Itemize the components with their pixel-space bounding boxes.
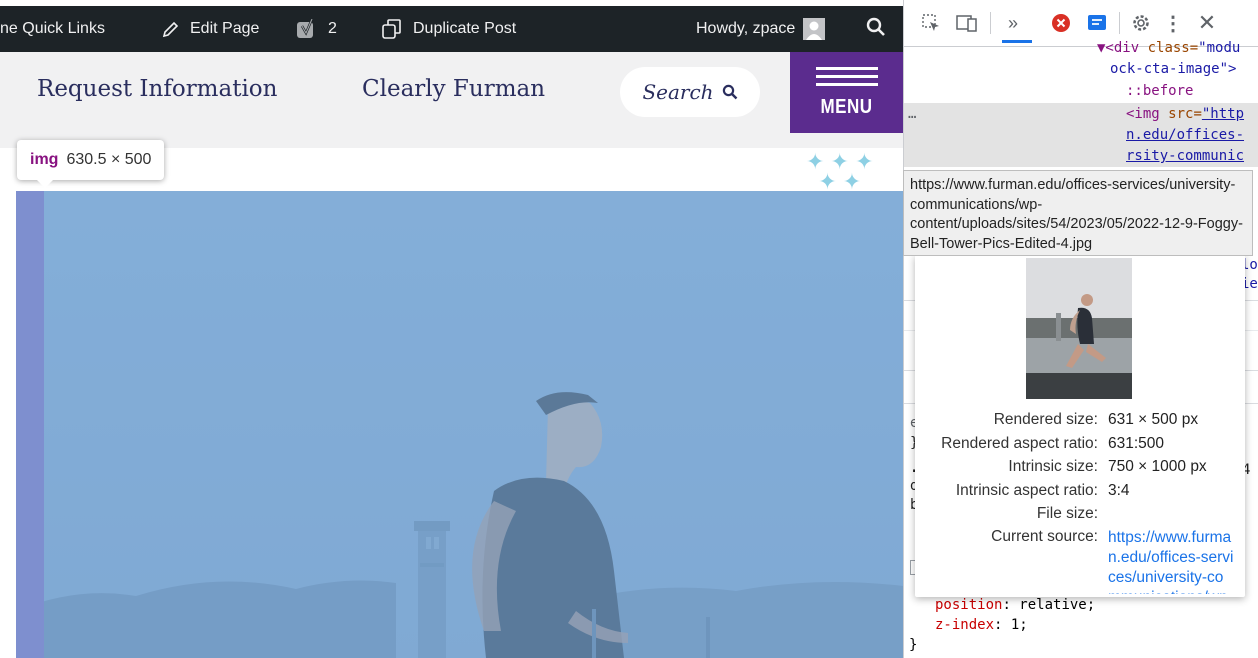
dom-line-before[interactable]: ::before bbox=[1126, 83, 1193, 99]
intrinsic-ratio-label: Intrinsic aspect ratio: bbox=[955, 482, 1098, 499]
clearly-furman-link[interactable]: Clearly Furman bbox=[362, 76, 545, 102]
admin-search-button[interactable] bbox=[866, 6, 886, 52]
current-source-link[interactable]: https://www.furman.edu/offices-services/… bbox=[1108, 528, 1236, 594]
wp-admin-bar: ne Quick Links Edit Page 2 Duplicate Pos… bbox=[0, 6, 903, 52]
gear-icon bbox=[1133, 15, 1149, 31]
dom-attr: src= bbox=[1168, 106, 1202, 122]
file-size-label: File size: bbox=[1036, 505, 1098, 522]
hamburger-line bbox=[816, 75, 878, 78]
quick-links-label: ne Quick Links bbox=[0, 20, 105, 37]
image-preview-popover: Rendered size: 631 × 500 px Rendered asp… bbox=[915, 255, 1245, 597]
current-source-label: Current source: bbox=[991, 528, 1098, 545]
dom-line-img[interactable]: <img src="http bbox=[1126, 106, 1244, 122]
image-thumbnail bbox=[1026, 258, 1132, 399]
dom-link[interactable]: "http bbox=[1202, 106, 1244, 122]
website-viewport: ne Quick Links Edit Page 2 Duplicate Pos… bbox=[0, 0, 903, 658]
dom-img-src-cont-2[interactable]: rsity-communic bbox=[1126, 148, 1244, 164]
dom-img-src-cont-1[interactable]: n.edu/offices- bbox=[1126, 127, 1244, 143]
rendered-ratio-label: Rendered aspect ratio: bbox=[941, 435, 1098, 452]
rendered-size-label: Rendered size: bbox=[993, 411, 1098, 428]
dom-tag: <img bbox=[1126, 106, 1160, 122]
decorative-sparkles: ✦ ✦ ✦ ✦ ✦ bbox=[806, 149, 874, 194]
hamburger-line bbox=[816, 67, 878, 70]
avatar bbox=[803, 18, 826, 40]
duplicate-icon bbox=[381, 18, 403, 40]
toolbar-divider bbox=[990, 12, 991, 34]
duplicate-post-link[interactable]: Duplicate Post bbox=[381, 6, 516, 52]
rendered-size-value: 631 × 500 px bbox=[1108, 411, 1199, 428]
padding-highlight bbox=[16, 191, 44, 658]
css-property: position bbox=[935, 597, 1003, 613]
issues-counter[interactable] bbox=[1084, 10, 1110, 36]
site-header: Request Information Clearly Furman Searc… bbox=[0, 52, 903, 148]
device-toolbar-button[interactable] bbox=[954, 10, 980, 36]
close-icon: ✕ bbox=[1197, 10, 1217, 35]
css-value: 1; bbox=[1010, 617, 1028, 633]
css-rule-close: } bbox=[909, 637, 918, 653]
element-tag-name: img bbox=[30, 151, 59, 168]
intrinsic-size-label: Intrinsic size: bbox=[1008, 458, 1098, 475]
yoast-seo-menu[interactable]: 2 bbox=[296, 6, 337, 52]
error-icon bbox=[1052, 14, 1070, 32]
css-declaration-position[interactable]: position: relative; bbox=[935, 597, 1095, 613]
intrinsic-size-value: 750 × 1000 px bbox=[1108, 458, 1207, 475]
request-information-link[interactable]: Request Information bbox=[37, 76, 277, 102]
site-search-button[interactable]: Search bbox=[620, 67, 760, 117]
hero-image[interactable] bbox=[16, 191, 903, 658]
quick-links-menu[interactable]: ne Quick Links bbox=[0, 6, 105, 52]
dom-tag: ▼<div bbox=[1097, 40, 1140, 56]
double-chevron-icon: » bbox=[1007, 12, 1018, 33]
close-devtools-button[interactable]: ✕ bbox=[1194, 10, 1220, 36]
howdy-label: Howdy, zpace bbox=[696, 20, 796, 37]
message-icon bbox=[1088, 15, 1106, 30]
toolbar-divider bbox=[1119, 12, 1120, 34]
search-icon bbox=[722, 84, 738, 100]
menu-button[interactable]: MENU bbox=[790, 52, 903, 133]
more-options-button[interactable]: ⋮ bbox=[1162, 10, 1184, 36]
dom-attr-value: "modu bbox=[1198, 40, 1241, 56]
edit-page-link[interactable]: Edit Page bbox=[162, 6, 259, 52]
dom-line-div[interactable]: ▼<div class="modu bbox=[1097, 40, 1240, 56]
select-element-icon bbox=[922, 14, 939, 31]
yoast-count: 2 bbox=[328, 20, 337, 37]
my-account-menu[interactable]: Howdy, zpace bbox=[696, 6, 826, 52]
css-value: relative; bbox=[1019, 597, 1096, 613]
css-declaration-zindex[interactable]: z-index: 1; bbox=[935, 617, 1028, 633]
settings-button[interactable] bbox=[1128, 10, 1154, 36]
kebab-menu-icon: ⋮ bbox=[1163, 12, 1183, 35]
dom-ellipsis[interactable]: … bbox=[908, 106, 916, 122]
dom-attr: class= bbox=[1147, 40, 1199, 56]
inspect-element-button[interactable] bbox=[918, 10, 944, 36]
yoast-icon bbox=[296, 19, 318, 39]
element-dimensions: 630.5 × 500 bbox=[66, 151, 152, 168]
inspect-element-tooltip: img 630.5 × 500 bbox=[17, 140, 165, 188]
pencil-icon bbox=[162, 20, 180, 38]
dom-line-class-cont: ock-cta-image"> bbox=[1110, 61, 1237, 77]
hamburger-line bbox=[816, 83, 878, 86]
menu-label: MENU bbox=[820, 95, 873, 118]
edit-page-label: Edit Page bbox=[190, 20, 260, 37]
css-property: z-index bbox=[935, 617, 995, 633]
search-icon bbox=[866, 17, 886, 42]
image-url-tooltip: https://www.furman.edu/offices-services/… bbox=[903, 170, 1253, 256]
duplicate-post-label: Duplicate Post bbox=[413, 20, 517, 37]
device-icon bbox=[956, 15, 977, 32]
site-search-label: Search bbox=[642, 80, 714, 104]
errors-counter[interactable] bbox=[1048, 10, 1074, 36]
more-tabs-button[interactable]: » bbox=[1000, 10, 1026, 36]
element-highlight-overlay bbox=[16, 191, 903, 658]
rendered-ratio-value: 631:500 bbox=[1108, 435, 1165, 452]
active-tab-indicator bbox=[1002, 40, 1032, 43]
intrinsic-ratio-value: 3:4 bbox=[1108, 482, 1130, 499]
image-url-text: https://www.furman.edu/offices-services/… bbox=[910, 177, 1243, 252]
